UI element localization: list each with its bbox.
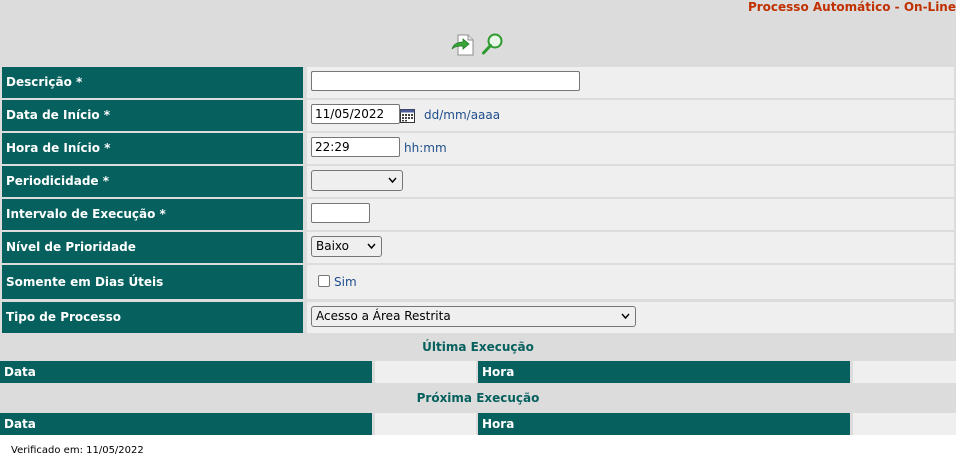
prioridade-selected: Baixo	[316, 239, 349, 253]
intervalo-row: Intervalo de Execução *	[0, 199, 956, 230]
descricao-input[interactable]	[311, 71, 580, 91]
proxima-execucao-title: Próxima Execução	[416, 391, 540, 405]
hora-inicio-value-cell: 22:29 hh:mm	[307, 133, 954, 164]
dias-uteis-label: Somente em Dias Úteis	[2, 265, 303, 299]
hora-inicio-label: Hora de Início *	[2, 133, 303, 164]
proxima-execucao-row: Data Hora	[0, 413, 956, 435]
main-panel: Processo Automático - On-Line Descrição …	[0, 0, 956, 435]
dias-uteis-row: Somente em Dias Úteis Sim	[0, 265, 956, 299]
chevron-down-icon	[388, 177, 397, 184]
ultima-hora-label: Hora	[478, 361, 850, 383]
periodicidade-select[interactable]	[311, 170, 403, 191]
prioridade-label: Nível de Prioridade	[2, 232, 303, 263]
verified-date: Verificado em: 11/05/2022	[11, 445, 144, 456]
chevron-down-icon	[621, 313, 630, 320]
tipo-processo-row: Tipo de Processo Acesso a Área Restrita	[0, 302, 956, 333]
ultima-execucao-title: Última Execução	[422, 340, 534, 354]
data-inicio-value-cell: 11/05/2022 dd/mm/aaaa	[307, 100, 954, 131]
ultima-data-value	[375, 361, 476, 383]
proxima-data-value	[375, 413, 476, 435]
descricao-value-cell	[307, 67, 954, 98]
hora-inicio-input[interactable]: 22:29	[311, 137, 400, 157]
data-format-hint: dd/mm/aaaa	[424, 108, 501, 122]
ultima-execucao-row: Data Hora	[0, 361, 956, 383]
intervalo-value-cell	[307, 199, 954, 230]
dias-uteis-checkbox[interactable]	[318, 275, 330, 287]
hora-format-hint: hh:mm	[404, 141, 447, 155]
chevron-down-icon	[367, 243, 376, 250]
data-inicio-row: Data de Início * 11/05/2022 dd/mm/aaaa	[0, 100, 956, 131]
prioridade-select[interactable]: Baixo	[311, 236, 382, 257]
periodicidade-row: Periodicidade *	[0, 166, 956, 197]
descricao-label: Descrição *	[2, 67, 303, 98]
tipo-processo-select[interactable]: Acesso a Área Restrita	[311, 306, 636, 327]
intervalo-input[interactable]	[311, 203, 370, 223]
prioridade-row: Nível de Prioridade Baixo	[0, 232, 956, 263]
tipo-processo-selected: Acesso a Área Restrita	[316, 309, 451, 323]
hora-inicio-row: Hora de Início * 22:29 hh:mm	[0, 133, 956, 164]
periodicidade-value-cell	[307, 166, 954, 197]
ultima-data-label: Data	[0, 361, 372, 383]
ultima-hora-value	[853, 361, 956, 383]
new-document-icon[interactable]	[451, 33, 475, 57]
tipo-processo-label: Tipo de Processo	[2, 302, 303, 333]
prioridade-value-cell: Baixo	[307, 232, 954, 263]
proxima-hora-label: Hora	[478, 413, 850, 435]
data-inicio-input[interactable]: 11/05/2022	[311, 104, 400, 124]
intervalo-label: Intervalo de Execução *	[2, 199, 303, 230]
data-inicio-label: Data de Início *	[2, 100, 303, 131]
calendar-icon[interactable]	[400, 108, 415, 123]
dias-uteis-value-cell: Sim	[307, 265, 954, 299]
search-icon[interactable]	[481, 32, 505, 56]
page-title: Processo Automático - On-Line	[747, 0, 956, 14]
tipo-processo-value-cell: Acesso a Área Restrita	[307, 302, 954, 333]
proxima-data-label: Data	[0, 413, 372, 435]
periodicidade-label: Periodicidade *	[2, 166, 303, 197]
proxima-hora-value	[853, 413, 956, 435]
descricao-row: Descrição *	[0, 67, 956, 98]
dias-uteis-checkbox-label[interactable]: Sim	[334, 275, 357, 289]
